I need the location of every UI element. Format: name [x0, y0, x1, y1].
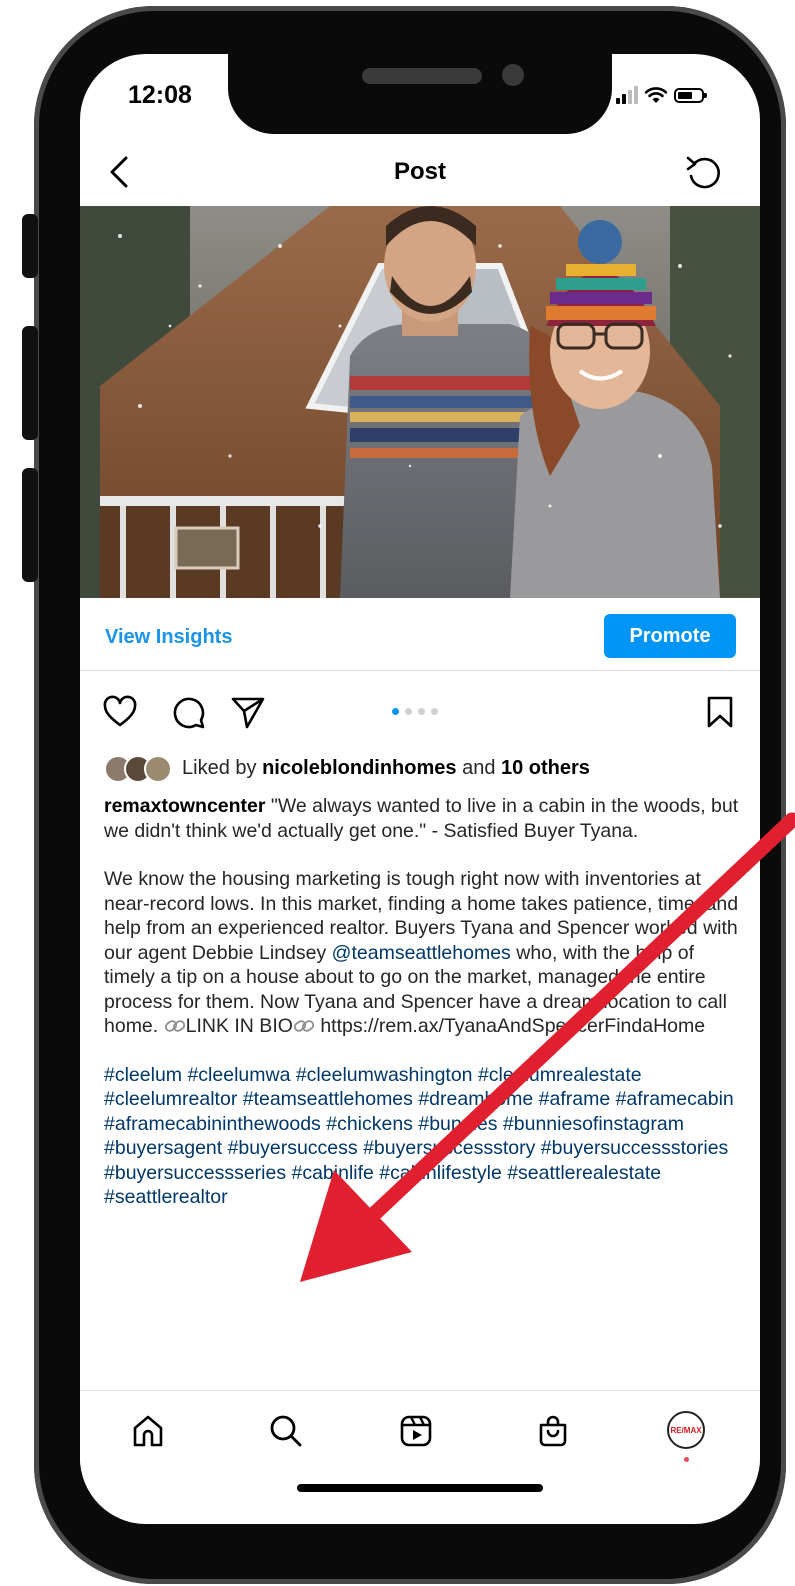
liker-avatars	[104, 755, 180, 783]
likes-others[interactable]: 10 others	[501, 757, 590, 779]
link-icon	[164, 1020, 185, 1032]
status-icons	[616, 84, 707, 106]
reels-icon[interactable]	[398, 1413, 434, 1449]
carousel-dot	[431, 708, 438, 715]
carousel-indicator	[392, 708, 438, 715]
caption-quote: remaxtowncenter "We always wanted to liv…	[104, 794, 744, 843]
link-in-bio-text: LINK IN BIO	[185, 1015, 293, 1037]
caption-url: https://rem.ax/TyanaAndSpencerFindaHome	[314, 1015, 706, 1037]
phone-side-button	[22, 326, 38, 440]
bottom-nav: RE/MAX	[80, 1390, 760, 1471]
heart-icon[interactable]	[102, 694, 138, 730]
page-title: Post	[393, 158, 446, 185]
likes-summary[interactable]: Liked by nicoleblondinhomes and 10 other…	[104, 754, 590, 783]
share-icon[interactable]	[230, 694, 266, 730]
app-screen: 12:08 Post View Insights Promote Liked b…	[80, 54, 760, 1524]
battery-icon	[674, 87, 707, 103]
speaker	[362, 68, 482, 84]
home-indicator[interactable]	[297, 1484, 543, 1492]
caption-body: We know the housing marketing is tough r…	[104, 867, 744, 1039]
comment-icon[interactable]	[170, 694, 206, 730]
liker-username[interactable]: nicoleblondinhomes	[262, 757, 456, 779]
post-photo[interactable]	[80, 206, 760, 598]
view-insights-link[interactable]: View Insights	[105, 626, 232, 649]
profile-avatar[interactable]: RE/MAX	[667, 1411, 705, 1449]
hashtags[interactable]: #cleelum #cleelumwa #cleelumwashington #…	[104, 1063, 744, 1210]
camera	[502, 64, 524, 86]
post-caption: remaxtowncenter "We always wanted to liv…	[104, 794, 744, 1234]
carousel-dot	[418, 708, 425, 715]
phone-side-button	[22, 468, 38, 582]
status-time: 12:08	[128, 81, 192, 109]
carousel-dot	[405, 708, 412, 715]
likes-text: Liked by nicoleblondinhomes and 10 other…	[182, 757, 590, 780]
link-icon	[293, 1020, 315, 1032]
phone-notch	[228, 54, 612, 134]
caption-username[interactable]: remaxtowncenter	[104, 795, 265, 817]
shop-icon[interactable]	[535, 1413, 571, 1449]
home-icon[interactable]	[130, 1413, 166, 1449]
avatar	[144, 755, 172, 783]
signal-icon	[616, 86, 638, 104]
carousel-dot	[392, 708, 399, 715]
post-actions	[80, 690, 760, 734]
search-icon[interactable]	[268, 1413, 304, 1449]
likes-prefix: Liked by	[182, 756, 263, 779]
bookmark-icon[interactable]	[702, 694, 738, 730]
insights-row: View Insights Promote	[80, 614, 760, 671]
promote-button[interactable]: Promote	[604, 614, 736, 658]
likes-connector: and	[456, 756, 501, 779]
wifi-icon	[644, 87, 668, 103]
notification-dot	[684, 1457, 689, 1462]
post-header: Post	[80, 144, 760, 204]
phone-side-button	[22, 214, 38, 278]
refresh-icon[interactable]	[684, 152, 724, 192]
mention-link[interactable]: @teamseattlehomes	[332, 942, 511, 964]
avatar-text: RE/MAX	[670, 1425, 702, 1435]
